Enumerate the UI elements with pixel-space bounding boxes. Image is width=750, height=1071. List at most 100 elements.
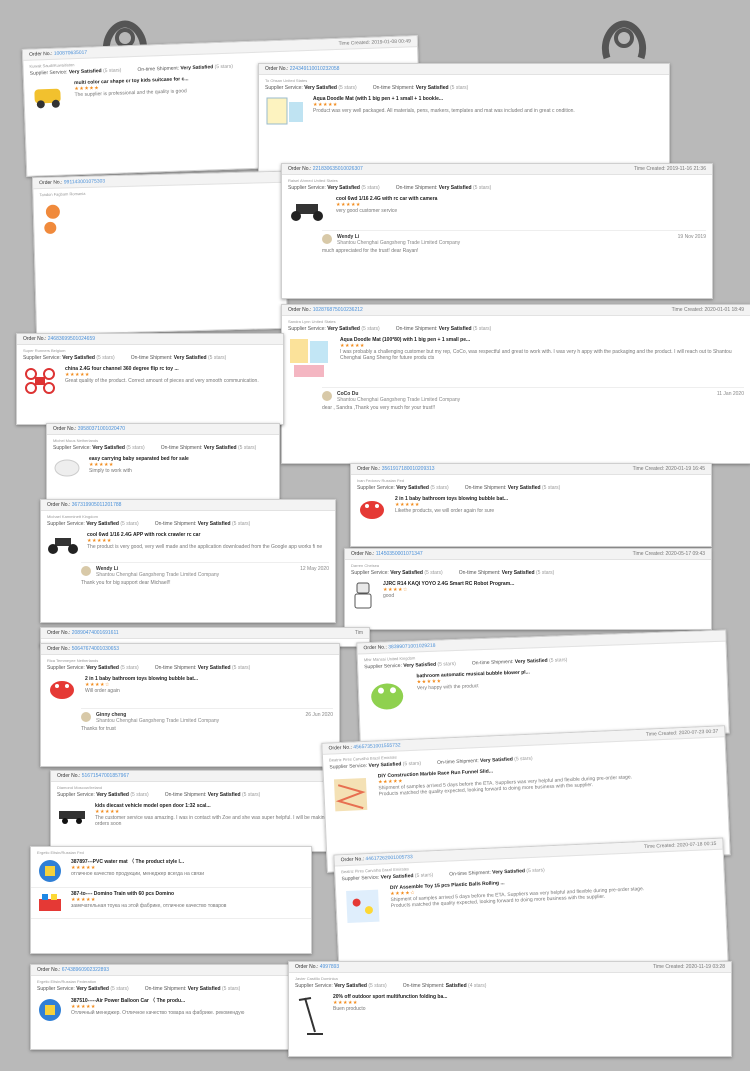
review-text: I was probably a challenging customer bu… (340, 349, 732, 361)
review-card: Order No.: 102876875010236212 Time Create… (281, 304, 750, 464)
product-thumbnail[interactable] (30, 80, 67, 109)
reply-date: 26 Jun 2020 (305, 712, 333, 718)
buyer-name: Raisel Ahmed United States (288, 178, 338, 183)
avatar-icon (322, 391, 332, 401)
order-number-link[interactable]: 4997893 (320, 964, 339, 970)
product-thumbnail[interactable] (288, 196, 328, 224)
order-number-link[interactable]: 221830635010026307 (313, 166, 363, 172)
list-item: 387-to---- Domino Train with 60 pcs Domi… (31, 888, 311, 919)
order-number-link[interactable]: 24683699501024659 (48, 336, 95, 342)
order-number-link[interactable]: 45657351001555732 (353, 742, 400, 750)
order-number-link[interactable]: 38399071001029218 (388, 643, 435, 651)
review-card: Order No.: 11450350001071347 Time Created… (344, 548, 712, 630)
review-text: отличное качество продукции, менеджер вс… (71, 871, 205, 877)
time-created: Time Created: 2020-11-19 03:28 (653, 964, 725, 970)
product-thumbnail[interactable] (23, 366, 57, 394)
buyer-name: Michel Muus Netherlands (53, 438, 99, 443)
review-text: замечательная тоука на этой фабрике, отл… (71, 903, 227, 909)
review-card: Order No.: 367319905011201788 Michael Ka… (40, 499, 336, 623)
product-thumbnail[interactable] (357, 496, 387, 522)
avatar-icon (81, 712, 91, 722)
review-card: Order No.: 4997893 Time Created: 2020-11-… (288, 961, 732, 1057)
time-created: Time Created: 2020-05-17 09:43 (632, 551, 705, 557)
product-thumbnail[interactable] (351, 581, 375, 611)
buyer-name: Michael Kamminett Kingdom (47, 514, 98, 519)
review-text: The customer service was amazing. I was … (95, 815, 341, 827)
product-thumbnail[interactable] (295, 994, 325, 1038)
time-created: Time Created: 2020-01-01 18:49 (671, 307, 744, 313)
review-text: Buen producto (333, 1006, 366, 1012)
product-thumbnail[interactable] (47, 676, 77, 702)
reply-date: 12 May 2020 (300, 566, 329, 572)
reply-date: 19 Nov 2019 (677, 234, 706, 240)
time-created: Tim (354, 630, 363, 636)
review-card: Order No.: 44617262001005733 Time Created… (333, 837, 729, 979)
order-number-link[interactable]: 3561917180010209313 (382, 466, 435, 472)
reply-date: 11 Jan 2020 (716, 391, 744, 397)
buyer-name: Super Runners Belgium (23, 348, 66, 353)
order-number-link[interactable]: 991143001075303 (64, 178, 105, 185)
order-number-link[interactable]: 39580371001020470 (78, 426, 125, 432)
reply-company: Shantou Chenghai Gangsheng Trade Limited… (337, 240, 461, 246)
buyer-name: Darren Chelsea (351, 563, 380, 568)
buyer-name: Rica Temmeyee Netherlands (47, 658, 99, 663)
review-card: Order No.: 224349110010232058 To Ohsan U… (258, 63, 670, 173)
list-item: 387897---PVC water mat （ The product sty… (31, 855, 311, 888)
buyer-name: Javier Castillo Dominica (295, 976, 338, 981)
buyer-name: Ergetic Eltsin/Russian Federation (37, 979, 97, 984)
review-card: Order No.: 67438960902322893 Ergetic Elt… (30, 964, 292, 1050)
order-number-link[interactable]: 20890474001691611 (72, 630, 119, 636)
review-text: very good customer service (336, 208, 398, 214)
time-created: Time Created: 2019-11-16 21:36 (634, 166, 706, 172)
order-number-link[interactable]: 100870635017 (54, 50, 88, 57)
order-number-link[interactable]: 44617262001005733 (365, 854, 412, 862)
product-thumbnail[interactable] (265, 96, 305, 126)
product-thumbnail[interactable] (53, 456, 81, 478)
order-number-link[interactable]: 224349110010232058 (290, 66, 340, 72)
order-number-link[interactable]: 102876875010236212 (313, 307, 363, 313)
product-thumbnail[interactable] (37, 997, 63, 1023)
reply-message: dear , Sandra ,Thank you very much for y… (322, 405, 436, 411)
review-card: Order No.: 24683699501024659 Super Runne… (16, 333, 284, 425)
product-thumbnail[interactable] (330, 774, 372, 816)
review-card: Order No.: 991143001075303 Tandon Fagbam… (31, 170, 289, 336)
avatar-icon (322, 234, 332, 244)
buyer-name: Diamond Moscow/Ireland (57, 785, 103, 790)
product-thumbnail[interactable] (37, 858, 63, 884)
buyer-name: To Ohsan United States (265, 78, 308, 83)
reply-message: Thank you for big support dear Michael!! (81, 580, 171, 586)
order-number-link[interactable]: 50647674001030653 (72, 646, 119, 652)
reply-company: Shantou Chenghai Gangsheng Trade Limited… (96, 572, 220, 578)
order-number-link[interactable]: 11450350001071347 (376, 551, 423, 557)
product-thumbnail[interactable] (47, 532, 79, 556)
product-thumbnail[interactable] (342, 885, 384, 927)
review-text: Product was very well packaged. All mate… (313, 108, 575, 114)
time-created: Time Created: 2020-07-23 00:37 (645, 728, 719, 738)
buyer-name: Sandra Lynn United States (288, 319, 336, 324)
review-card: Order No.: 50647674001030653 Rica Temmey… (40, 643, 340, 767)
product-thumbnail[interactable] (364, 674, 409, 716)
buyer-name: Ivan Fedorov Russian Fed (357, 478, 404, 483)
product-title[interactable]: 387897---PVC water mat （ The product sty… (71, 858, 305, 865)
reply-message: Thanks for trust (81, 726, 116, 732)
order-number-link[interactable]: 51671547001857967 (82, 773, 129, 779)
review-text: Simply to work with (89, 468, 132, 474)
review-card: Ergetic Eltsin/Russian Fed 387897---PVC … (30, 846, 312, 954)
reply-company: Shantou Chenghai Gangsheng Trade Limited… (96, 718, 220, 724)
time-created: Time Created: 2019-01-08 00:49 (338, 38, 411, 47)
review-text: Likethe products, we will order again fo… (395, 508, 495, 514)
product-thumbnail[interactable] (288, 337, 332, 381)
time-created: Time Created: 2020-07-18 00:15 (643, 840, 717, 851)
product-title[interactable]: 387510-----Air Power Balloon Car （ The p… (71, 997, 285, 1004)
product-thumbnail[interactable] (57, 803, 87, 827)
avatar-icon (81, 566, 91, 576)
product-thumbnail[interactable] (40, 199, 67, 240)
buyer-name: Ergetic Eltsin/Russian Fed (37, 850, 84, 855)
product-thumbnail[interactable] (37, 891, 63, 915)
order-number-link[interactable]: 367319905011201788 (72, 502, 122, 508)
review-text: Will order again (85, 688, 120, 694)
review-card: Order No.: 3561917180010209313 Time Creat… (350, 463, 712, 547)
order-number-link[interactable]: 67438960902322893 (62, 967, 109, 973)
review-card: Order No.: 51671547001857967 Diamond Mos… (50, 770, 350, 852)
review-text: Great quality of the product. Correct am… (65, 378, 259, 384)
